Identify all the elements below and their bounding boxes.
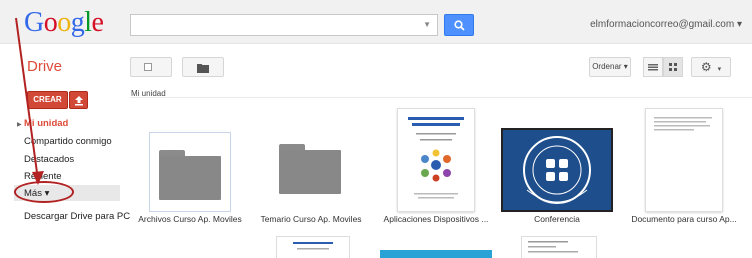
file-tile[interactable]: Conferencia	[497, 106, 617, 230]
account-email[interactable]: elmformacioncorreo@gmail.com ▾	[590, 19, 742, 30]
search-input[interactable]: ▼	[130, 14, 438, 36]
sidebar-item-destacados[interactable]: Destacados	[24, 154, 74, 165]
settings-button[interactable]: ⚙ ▾	[691, 57, 731, 77]
file-name[interactable]: Aplicaciones Dispositivos ...	[376, 214, 496, 224]
sort-dropdown[interactable]: Ordenar ▾	[589, 57, 631, 77]
search-options-icon[interactable]: ▼	[423, 20, 431, 29]
sidebar-item-mi-unidad[interactable]: Mi unidad	[24, 118, 68, 129]
file-thumbnail-partial[interactable]	[276, 236, 350, 258]
top-bar: Google ▼ elmformacioncorreo@gmail.com ▾	[0, 0, 752, 44]
document-thumbnail	[645, 108, 723, 212]
expand-caret-icon[interactable]: ▶	[17, 121, 22, 128]
file-tile[interactable]: Archivos Curso Ap. Moviles	[130, 106, 250, 230]
document-thumbnail	[397, 108, 475, 212]
select-all-button[interactable]	[130, 57, 172, 77]
drive-title[interactable]: Drive	[27, 58, 62, 75]
folder-thumbnail	[279, 144, 343, 200]
file-thumbnail-partial[interactable]	[521, 236, 597, 258]
google-logo[interactable]: Google	[24, 8, 104, 38]
file-name[interactable]: Archivos Curso Ap. Moviles	[130, 214, 250, 224]
sidebar-item-compartido[interactable]: Compartido conmigo	[24, 136, 112, 147]
search-icon	[454, 20, 465, 31]
annotation-circle	[14, 181, 74, 203]
create-button[interactable]: CREAR	[27, 91, 68, 109]
list-view-button[interactable]	[643, 57, 663, 77]
folder-thumbnail	[149, 132, 231, 212]
file-tile[interactable]: Aplicaciones Dispositivos ...	[376, 106, 496, 230]
gear-icon: ⚙	[700, 60, 712, 74]
search-button[interactable]	[444, 14, 474, 36]
checkbox-icon	[144, 63, 152, 71]
upload-icon	[75, 96, 83, 106]
image-thumbnail	[501, 128, 613, 212]
grid-view-button[interactable]	[663, 57, 683, 77]
folder-icon	[197, 64, 209, 73]
file-thumbnail-partial[interactable]	[380, 250, 492, 258]
sidebar-item-descargar[interactable]: Descargar Drive para PC	[24, 211, 130, 222]
divider	[130, 97, 752, 98]
chevron-down-icon: ▾	[717, 66, 722, 73]
list-view-icon	[648, 64, 658, 71]
file-name[interactable]: Documento para curso Ap...	[624, 214, 744, 224]
file-name[interactable]: Conferencia	[497, 214, 617, 224]
file-tile[interactable]: Temario Curso Ap. Moviles	[251, 106, 371, 230]
new-folder-button[interactable]	[182, 57, 224, 77]
upload-button[interactable]	[69, 91, 88, 109]
file-name[interactable]: Temario Curso Ap. Moviles	[251, 214, 371, 224]
grid-view-icon	[669, 63, 677, 71]
file-tile[interactable]: Documento para curso Ap...	[624, 106, 744, 230]
